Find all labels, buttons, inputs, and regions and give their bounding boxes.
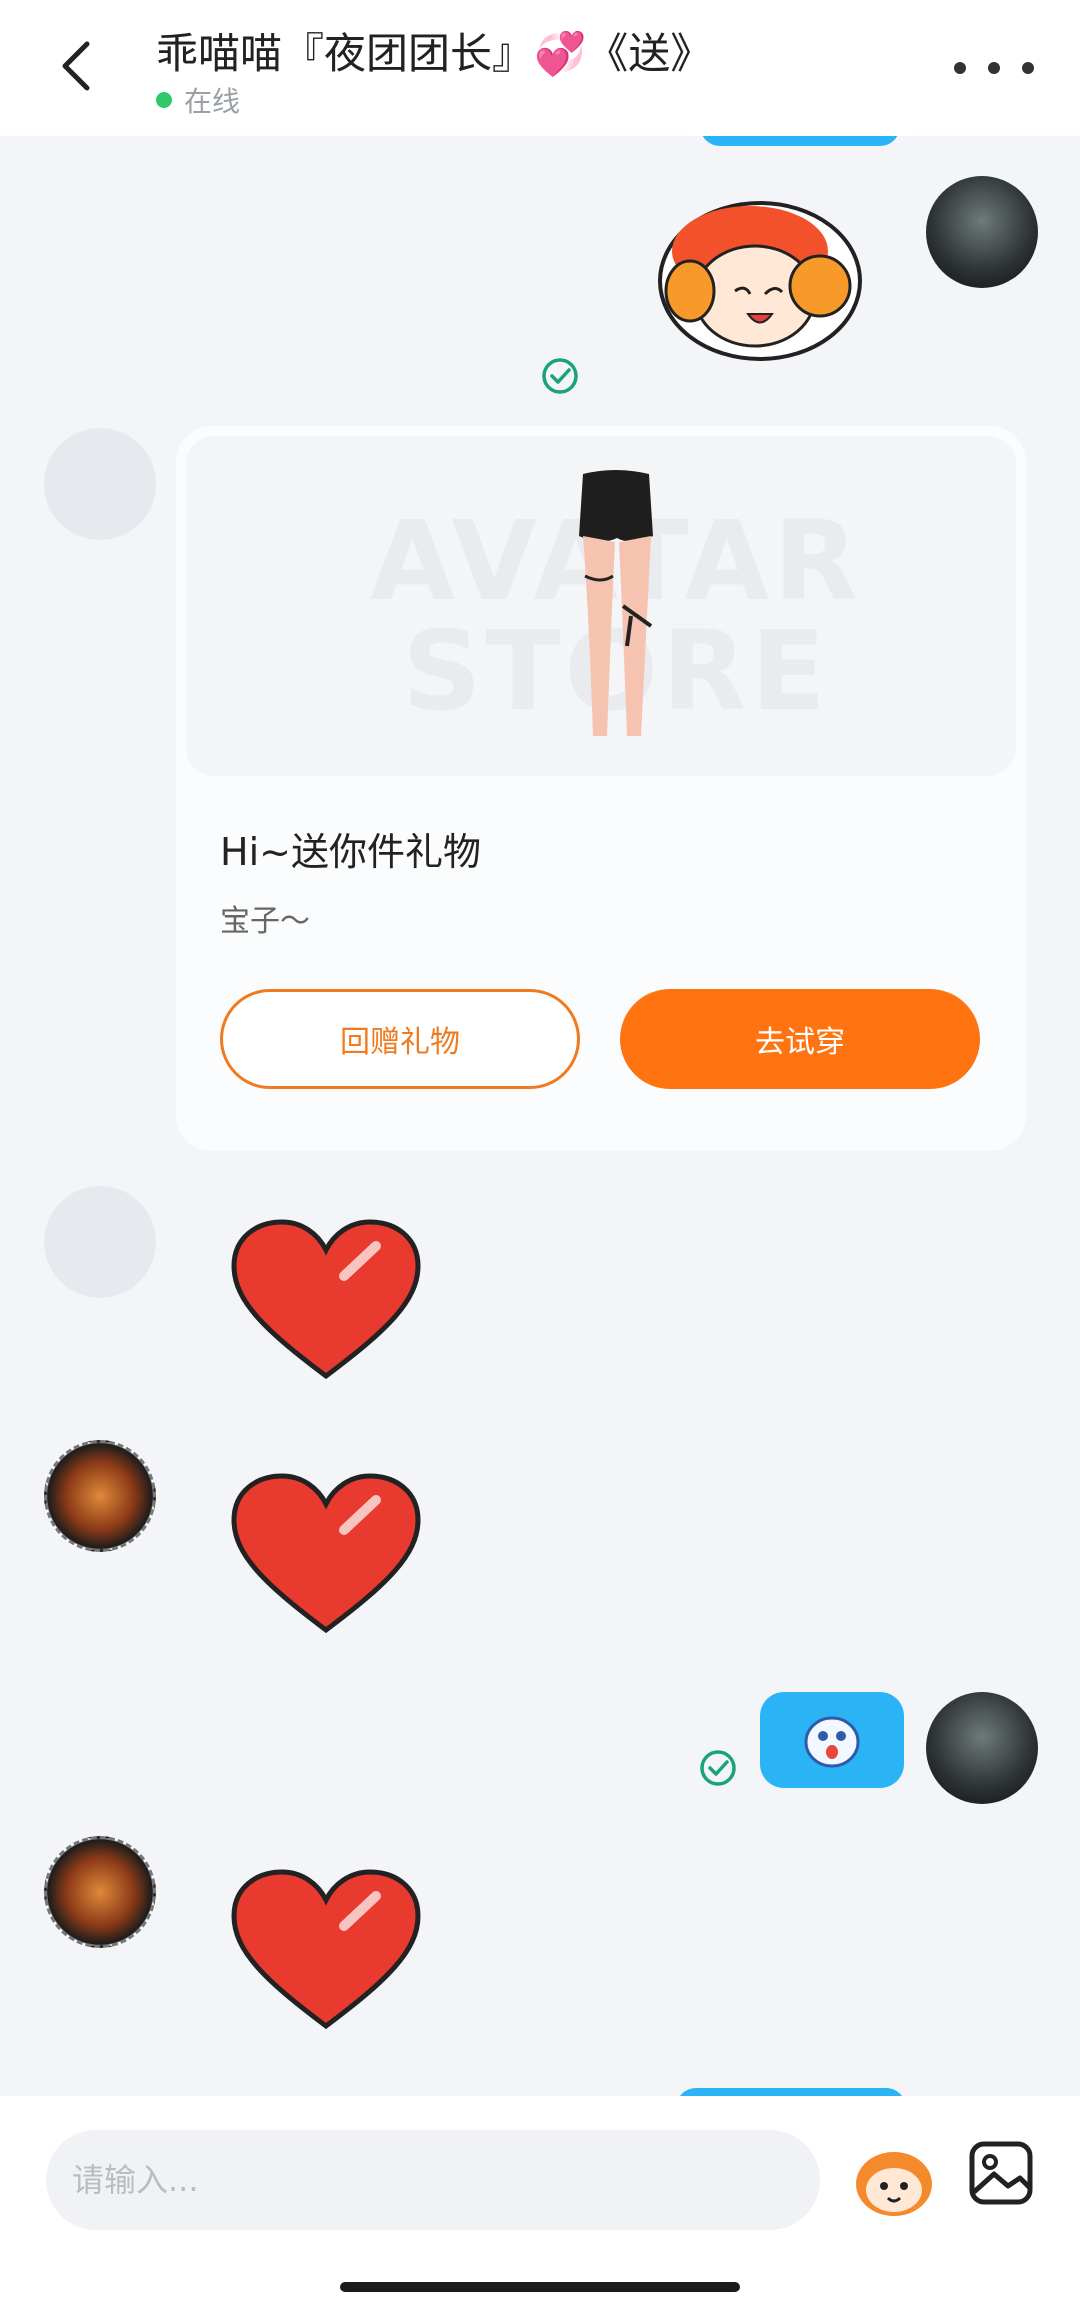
read-check-icon: [700, 1750, 736, 1786]
sender-avatar[interactable]: [44, 428, 156, 540]
home-indicator: [340, 2282, 740, 2292]
message-list[interactable]: AVATAR STORE Hi~送你件礼物 宝子～ 回赠礼物 去试穿: [0, 136, 1080, 2096]
outfit-image: [579, 470, 653, 736]
more-icon: [954, 62, 966, 74]
gift-card-subtitle: 宝子～: [220, 904, 310, 939]
sender-avatar[interactable]: [44, 1440, 156, 1552]
return-gift-button[interactable]: 回赠礼物: [220, 989, 580, 1089]
read-check-icon: [542, 358, 578, 394]
message-bubble[interactable]: [760, 1692, 904, 1788]
heart-sticker[interactable]: [226, 1866, 426, 2036]
message-bubble[interactable]: [676, 2088, 906, 2096]
gift-card-title: Hi~送你件礼物: [220, 830, 481, 874]
try-on-button[interactable]: 去试穿: [620, 989, 980, 1089]
sender-avatar[interactable]: [44, 1836, 156, 1948]
sender-avatar[interactable]: [44, 1186, 156, 1298]
chat-title: 乖喵喵『夜团团长』💞《送》: [156, 29, 713, 78]
message-input[interactable]: [46, 2130, 820, 2230]
chat-header: 乖喵喵『夜团团长』💞《送》 在线: [0, 0, 1080, 136]
my-avatar[interactable]: [926, 1692, 1038, 1804]
girl-sticker[interactable]: [650, 196, 870, 366]
mascot-icon[interactable]: [852, 2140, 936, 2220]
gift-card[interactable]: AVATAR STORE Hi~送你件礼物 宝子～ 回赠礼物 去试穿: [176, 426, 1026, 1151]
gift-image[interactable]: AVATAR STORE: [186, 436, 1016, 776]
input-bar: [0, 2096, 1080, 2308]
online-status-label: 在线: [184, 85, 241, 118]
back-icon: [62, 41, 90, 91]
my-avatar[interactable]: [926, 176, 1038, 288]
online-status: 在线: [156, 80, 240, 120]
more-button[interactable]: [954, 48, 1034, 88]
online-dot-icon: [156, 92, 172, 108]
heart-sticker[interactable]: [226, 1216, 426, 1386]
back-button[interactable]: [46, 36, 106, 96]
heart-sticker[interactable]: [226, 1470, 426, 1640]
message-bubble[interactable]: [700, 136, 900, 146]
scared-face-emoji: [804, 1716, 860, 1768]
image-icon[interactable]: [966, 2138, 1036, 2208]
